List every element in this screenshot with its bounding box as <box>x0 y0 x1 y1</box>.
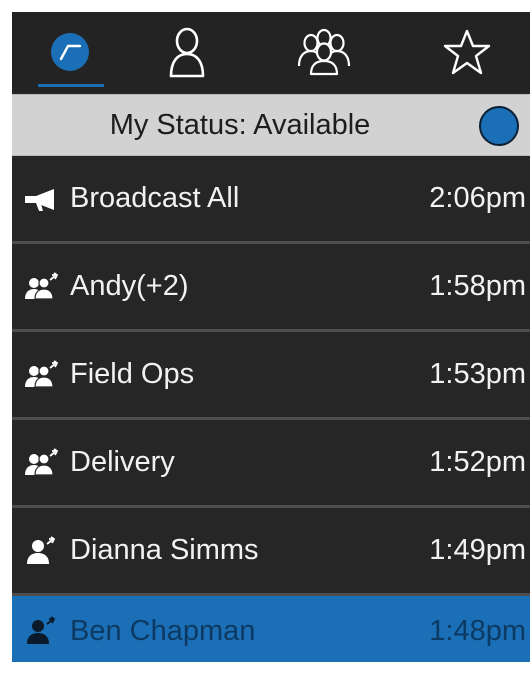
person-icon <box>169 27 205 78</box>
list-item-time: 1:49pm <box>429 534 526 566</box>
my-status-bar[interactable]: My Status: Available <box>12 94 530 156</box>
list-item-time: 2:06pm <box>429 182 526 214</box>
tab-groups[interactable] <box>274 12 374 92</box>
tab-selected-indicator <box>38 84 104 87</box>
status-label: My Status: Available <box>109 109 371 141</box>
list-item-time: 1:48pm <box>429 615 526 647</box>
status-indicator <box>479 106 519 146</box>
private-talk-icon <box>27 616 56 644</box>
list-item-name: Broadcast All <box>70 182 240 214</box>
group-icon <box>297 28 351 76</box>
list-item-name: Delivery <box>70 446 175 478</box>
tab-recent[interactable] <box>20 12 120 92</box>
list-item-broadcast-all[interactable]: Broadcast All 2:06pm <box>12 156 530 244</box>
tab-bar <box>12 12 530 92</box>
star-icon <box>443 29 491 75</box>
private-talk-icon <box>27 536 56 564</box>
group-talk-icon <box>25 272 59 300</box>
broadcast-megaphone-icon <box>25 189 54 211</box>
list-item-time: 1:53pm <box>429 358 526 390</box>
list-item-delivery[interactable]: Delivery 1:52pm <box>12 420 530 508</box>
group-talk-icon <box>25 448 59 476</box>
app-frame: My Status: Available Broadcast All 2:06p… <box>12 12 530 662</box>
list-item-field-ops[interactable]: Field Ops 1:53pm <box>12 332 530 420</box>
list-item-name: Dianna Simms <box>70 534 259 566</box>
list-item-name: Andy(+2) <box>70 270 189 302</box>
tab-favorites[interactable] <box>417 12 517 92</box>
recent-calls-icon <box>51 33 89 71</box>
list-item-name: Ben Chapman <box>70 615 256 647</box>
list-item-name: Field Ops <box>70 358 195 390</box>
group-talk-icon <box>25 360 59 388</box>
list-item-time: 1:58pm <box>429 270 526 302</box>
recent-list: Broadcast All 2:06pm Andy(+2) 1:58pm Fie… <box>12 156 530 662</box>
tab-contacts[interactable] <box>137 12 237 92</box>
list-item-andy[interactable]: Andy(+2) 1:58pm <box>12 244 530 332</box>
list-item-ben-chapman[interactable]: Ben Chapman 1:48pm <box>12 596 530 662</box>
list-item-time: 1:52pm <box>429 446 526 478</box>
list-item-dianna-simms[interactable]: Dianna Simms 1:49pm <box>12 508 530 596</box>
